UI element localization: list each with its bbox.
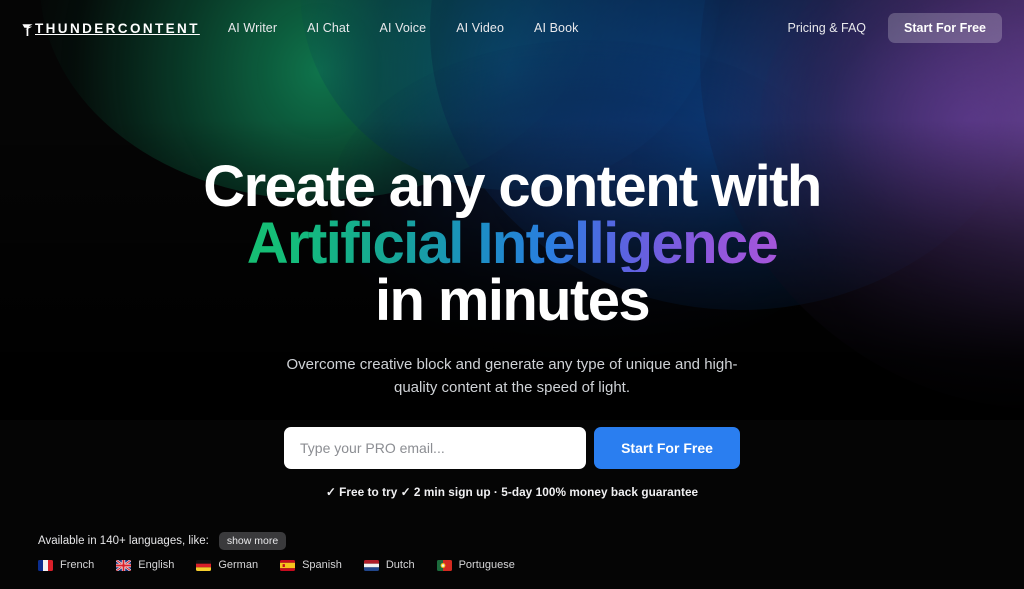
headline-line-3: in minutes [374,268,651,333]
language-item-spanish[interactable]: Spanish [280,559,342,571]
language-item-french[interactable]: French [38,559,94,571]
nav-right-group: Pricing & FAQ Start For Free [788,13,1002,43]
hero-start-for-free-button[interactable]: Start For Free [594,427,740,469]
primary-nav-links: AI Writer AI Chat AI Voice AI Video AI B… [228,21,579,35]
languages-section: Available in 140+ languages, like: show … [38,532,515,571]
nav-item-pricing-faq[interactable]: Pricing & FAQ [788,21,867,35]
nav-item-ai-chat[interactable]: AI Chat [307,21,349,35]
flag-portugal-icon [436,559,452,571]
language-label: Portuguese [458,559,515,571]
nav-item-ai-video[interactable]: AI Video [456,21,504,35]
email-input[interactable] [284,427,586,469]
flag-france-icon [38,559,53,571]
navbar-start-for-free-button[interactable]: Start For Free [888,13,1002,43]
flag-spain-icon [280,559,296,571]
hero-subtitle: Overcome creative block and generate any… [286,356,738,396]
lightning-bolt-icon [22,23,33,36]
language-label: French [60,559,95,571]
language-item-portuguese[interactable]: Portuguese [436,559,515,571]
show-more-languages-button[interactable]: show more [218,532,287,550]
signup-form: Start For Free [284,427,740,469]
language-label: Spanish [302,559,342,571]
flag-netherlands-icon [363,559,379,571]
language-label: English [138,559,175,571]
guarantee-text: ✓ Free to try ✓ 2 min sign up · 5-day 10… [325,485,699,499]
hero-section: Create any content with Artificial Intel… [0,0,1024,589]
landing-page: THUNDERCONTENT AI Writer AI Chat AI Voic… [0,0,1024,589]
flag-germany-icon [196,559,212,571]
top-navigation-bar: THUNDERCONTENT AI Writer AI Chat AI Voic… [0,0,1024,56]
nav-item-ai-writer[interactable]: AI Writer [228,21,277,35]
headline-line-2-gradient: Artificial Intelligence [203,215,820,273]
nav-item-ai-voice[interactable]: AI Voice [380,21,427,35]
languages-heading: Available in 140+ languages, like: [38,535,209,547]
brand-name: THUNDERCONTENT [35,20,200,36]
language-item-english[interactable]: English [116,559,174,571]
languages-list: French English German Spanish Dutch Port… [38,559,515,571]
languages-heading-row: Available in 140+ languages, like: show … [38,532,515,550]
language-label: Dutch [385,559,415,571]
nav-item-ai-book[interactable]: AI Book [534,21,578,35]
language-item-dutch[interactable]: Dutch [363,559,415,571]
flag-uk-icon [116,559,132,571]
brand-logo[interactable]: THUNDERCONTENT [22,21,200,36]
page-title: Create any content with Artificial Intel… [203,154,822,333]
headline-line-1: Create any content with [203,154,822,219]
language-item-german[interactable]: German [196,559,258,571]
language-label: German [218,559,259,571]
